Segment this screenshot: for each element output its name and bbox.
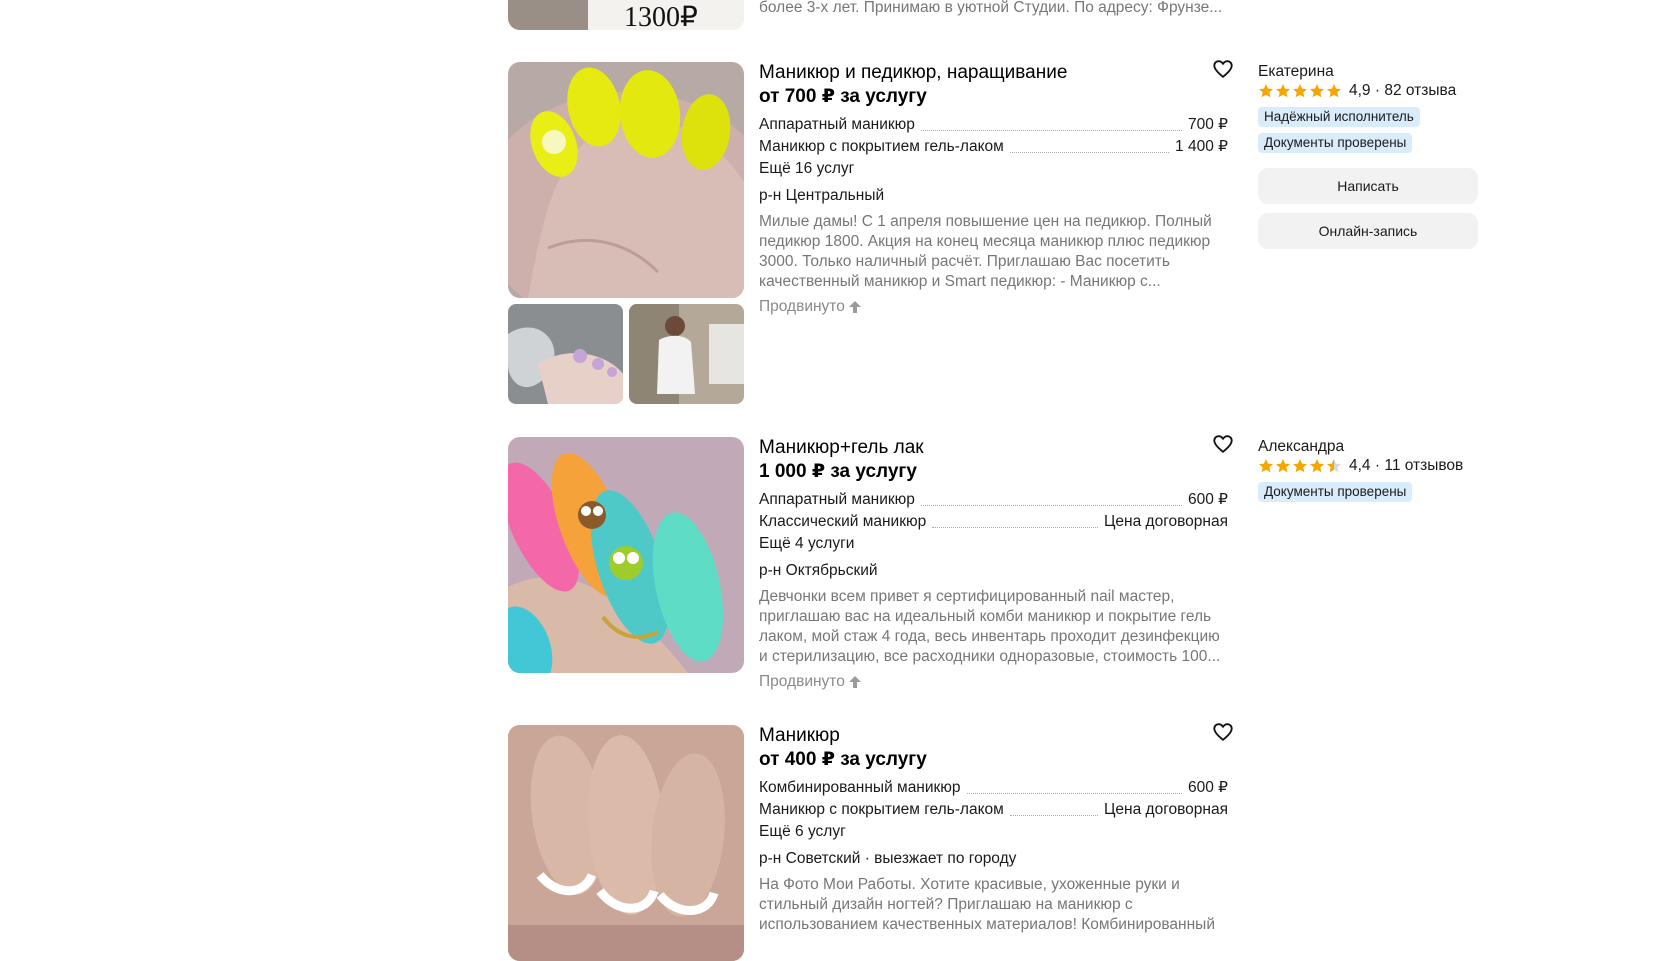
owl-nails-image — [508, 437, 744, 673]
service-row: Аппаратный маникюр 700 ₽ — [759, 113, 1228, 135]
service-name: Аппаратный маникюр — [759, 491, 915, 508]
service-price: 600 ₽ — [1187, 491, 1228, 508]
reviews-link[interactable]: 11 отзывов — [1384, 457, 1463, 475]
reliable-badge: Надёжный исполнитель — [1258, 107, 1420, 127]
listing-3-main-photo[interactable] — [508, 725, 744, 961]
seller-name[interactable]: Александра — [1258, 437, 1344, 457]
service-name: Маникюр с покрытием гель-лаком — [759, 138, 1004, 155]
service-row: Маникюр с покрытием гель-лаком Цена догов… — [759, 798, 1228, 820]
service-price: Цена договорная — [1103, 513, 1228, 530]
service-price: 700 ₽ — [1187, 116, 1228, 133]
service-price: 1 400 ₽ — [1175, 138, 1228, 155]
listing-1-description: Милые дамы! С 1 апреля повышение цен на … — [759, 213, 1212, 290]
rating-value: 4,9 — [1349, 82, 1371, 99]
listing-2-description: Девчонки всем привет я сертифицированный… — [759, 588, 1221, 665]
french-nails-image — [508, 725, 744, 961]
service-price: 600 ₽ — [1187, 779, 1228, 796]
service-row: Аппаратный маникюр 600 ₽ — [759, 488, 1228, 510]
write-button[interactable]: Написать — [1258, 168, 1478, 204]
service-name: Маникюр с покрытием гель-лаком — [759, 801, 1004, 818]
service-name: Аппаратный маникюр — [759, 116, 915, 133]
listing-3-description: На Фото Мои Работы. Хотите красивые, ухо… — [759, 876, 1215, 933]
listing-photo-partial[interactable]: 1300₽ — [508, 0, 744, 30]
reviews-link[interactable]: 82 отзыва — [1384, 82, 1456, 100]
listing-description-partial: более 3-х лет. Принимаю в уютной Студии.… — [759, 0, 1223, 16]
district-label: р-н Центральный — [759, 187, 885, 204]
yellow-nails-image — [508, 62, 744, 298]
rating-stars-icon — [1258, 458, 1343, 474]
verified-badge: Документы проверены — [1258, 482, 1413, 502]
listing-3-title[interactable]: Маникюр — [759, 724, 840, 748]
master-photo-image — [629, 304, 744, 404]
listing-1-thumb-1[interactable] — [508, 304, 623, 404]
verified-badge: Документы проверены — [1258, 133, 1413, 153]
seller-name[interactable]: Екатерина — [1258, 62, 1334, 82]
more-services-link[interactable]: Ещё 16 услуг — [759, 159, 854, 179]
listing-2-price: 1 000 ₽ за услугу — [759, 461, 917, 482]
image-price-text: 1300₽ — [624, 2, 698, 31]
arrow-up-icon — [848, 301, 861, 313]
listing-1-main-photo[interactable] — [508, 62, 744, 298]
district-label: р-н Советский · выезжает по городу — [759, 850, 1017, 867]
seller-rating: 4,9 · 82 отзыва — [1258, 81, 1456, 101]
listing-1-thumb-2[interactable] — [629, 304, 744, 404]
listing-3-price: от 400 ₽ за услугу — [759, 749, 927, 770]
favorite-heart-icon[interactable] — [1212, 721, 1234, 743]
service-row: Комбинированный маникюр 600 ₽ — [759, 776, 1228, 798]
listing-2-main-photo[interactable] — [508, 437, 744, 673]
service-name: Классический маникюр — [759, 513, 927, 530]
online-booking-button[interactable]: Онлайн-запись — [1258, 213, 1478, 249]
listing-1-price: от 700 ₽ за услугу — [759, 86, 927, 107]
favorite-heart-icon[interactable] — [1212, 433, 1234, 455]
district-label: р-н Октябрьский — [759, 562, 878, 579]
arrow-up-icon — [848, 676, 861, 688]
seller-rating: 4,4 · 11 отзывов — [1258, 456, 1463, 476]
listing-1-title[interactable]: Маникюр и педикюр, наращивание — [759, 61, 1067, 85]
rating-value: 4,4 — [1349, 457, 1371, 474]
more-services-link[interactable]: Ещё 6 услуг — [759, 822, 846, 842]
listing-2-title[interactable]: Маникюр+гель лак — [759, 436, 924, 460]
service-name: Комбинированный маникюр — [759, 779, 961, 796]
promoted-label: Продвинуто — [759, 297, 862, 317]
service-row: Классический маникюр Цена договорная — [759, 510, 1228, 532]
service-price: Цена договорная — [1103, 801, 1228, 818]
service-row: Маникюр с покрытием гель-лаком 1 400 ₽ — [759, 135, 1228, 157]
pedicure-image — [508, 304, 623, 404]
more-services-link[interactable]: Ещё 4 услуги — [759, 534, 854, 554]
promoted-label: Продвинуто — [759, 672, 862, 692]
favorite-heart-icon[interactable] — [1212, 58, 1234, 80]
rating-stars-icon — [1258, 83, 1343, 99]
